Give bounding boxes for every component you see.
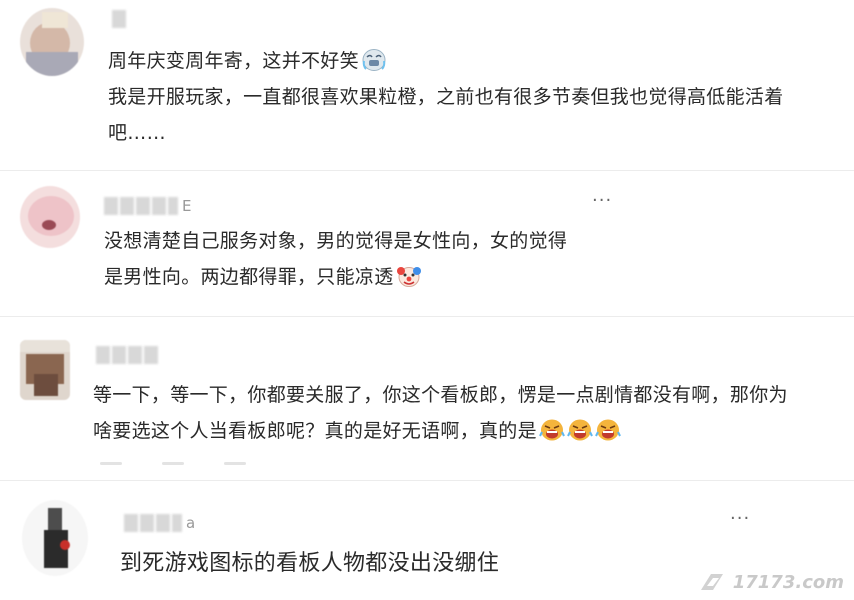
avatar[interactable]: [22, 500, 88, 576]
site-logo-icon: [700, 574, 723, 590]
username[interactable]: E: [104, 197, 191, 215]
username[interactable]: [96, 346, 158, 364]
action-placeholder: [162, 462, 184, 465]
action-placeholder: [224, 462, 246, 465]
comment-line: 周年庆变周年寄，这并不好笑: [108, 50, 359, 72]
clown-emoji-icon: [396, 267, 421, 287]
comment-text: 周年庆变周年寄，这并不好笑 我是开服玩家，一直都很喜欢果粒橙，之前也有很多节奏但…: [108, 43, 784, 151]
username-suffix: a: [186, 514, 196, 532]
action-bar: [100, 462, 246, 465]
comment-text: 到死游戏图标的看板人物都没出没绷住: [120, 546, 499, 582]
angry-emoji-icon: [595, 419, 621, 441]
comment-line: 等一下，等一下，你都要关服了，你这个看板郎，愣是一点剧情都没有啊，那你为: [93, 384, 788, 406]
comment-text: 没想清楚自己服务对象，男的觉得是女性向，女的觉得 是男性向。两边都得罪，只能凉透: [104, 223, 567, 295]
more-options-button[interactable]: ···: [592, 190, 612, 211]
angry-emoji-icon: [539, 419, 565, 441]
crying-emoji-icon: [362, 49, 386, 71]
avatar[interactable]: [20, 340, 70, 400]
divider: [0, 170, 854, 171]
watermark-text: 17173.com: [732, 571, 844, 593]
comment-line: 没想清楚自己服务对象，男的觉得是女性向，女的觉得: [104, 230, 568, 252]
username[interactable]: a: [124, 514, 195, 532]
avatar[interactable]: [20, 8, 84, 76]
comment-line: 啥要选这个人当看板郎呢？真的是好无语啊，真的是: [93, 420, 537, 442]
comment-line: 到死游戏图标的看板人物都没出没绷住: [120, 551, 500, 576]
username-suffix: E: [182, 197, 192, 215]
avatar[interactable]: [20, 186, 80, 248]
watermark: 17173.com: [697, 570, 844, 594]
comment-feed: 周年庆变周年寄，这并不好笑 我是开服玩家，一直都很喜欢果粒橙，之前也有很多节奏但…: [0, 0, 854, 600]
username[interactable]: [112, 10, 126, 28]
action-placeholder: [100, 462, 122, 465]
comment-line: 吧……: [108, 122, 166, 144]
comment-line: 是男性向。两边都得罪，只能凉透: [104, 266, 394, 288]
comment-text: 等一下，等一下，你都要关服了，你这个看板郎，愣是一点剧情都没有啊，那你为 啥要选…: [93, 377, 788, 449]
divider: [0, 480, 854, 481]
more-options-button[interactable]: ···: [730, 508, 750, 529]
comment-line: 我是开服玩家，一直都很喜欢果粒橙，之前也有很多节奏但我也觉得高低能活着: [108, 86, 784, 108]
angry-emoji-icon: [567, 419, 593, 441]
divider: [0, 316, 854, 317]
